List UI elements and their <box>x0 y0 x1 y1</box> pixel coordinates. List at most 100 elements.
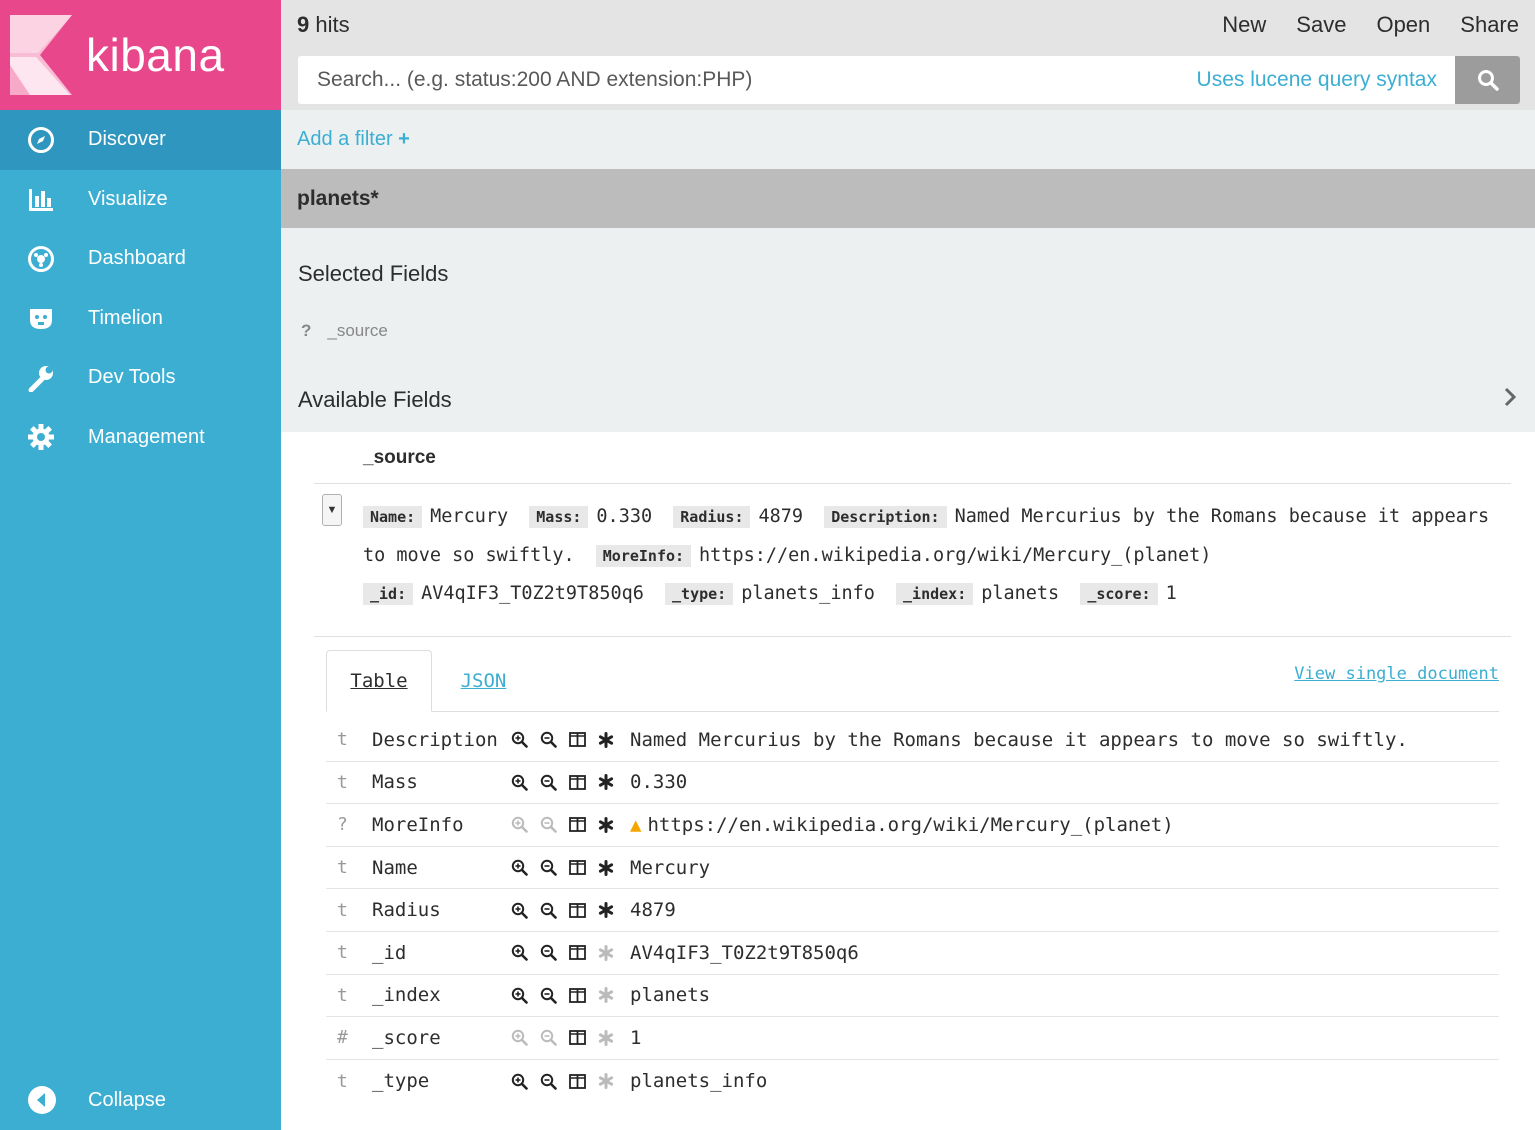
lucene-syntax-link[interactable]: Uses lucene query syntax <box>1197 68 1455 92</box>
summary-value: planets <box>981 583 1060 604</box>
tab-table[interactable]: Table <box>326 650 432 712</box>
filter-exists-icon[interactable] <box>597 944 615 962</box>
filter-for-value-icon[interactable] <box>510 816 528 834</box>
row-actions <box>510 816 630 834</box>
filter-out-value-icon[interactable] <box>539 986 557 1004</box>
filter-out-value-icon[interactable] <box>539 731 557 749</box>
sidebar-item-timelion[interactable]: Timelion <box>0 289 281 349</box>
summary-value: 0.330 <box>596 506 653 527</box>
available-fields-title: Available Fields <box>298 387 452 412</box>
summary-value: planets_info <box>741 583 875 604</box>
kibana-logo[interactable]: kibana <box>0 0 281 110</box>
filter-for-value-icon[interactable] <box>510 1029 528 1047</box>
filter-for-value-icon[interactable] <box>510 1072 528 1090</box>
row-actions <box>510 1029 630 1047</box>
sidebar-item-management[interactable]: Management <box>0 408 281 468</box>
filter-exists-icon[interactable] <box>597 1029 615 1047</box>
view-single-document-link[interactable]: View single document <box>1294 664 1499 684</box>
doc-detail-tabs: Table JSON View single document <box>326 650 1499 712</box>
plus-icon: + <box>398 128 410 150</box>
search-input[interactable]: Search... (e.g. status:200 AND extension… <box>298 68 1197 92</box>
collapse-label: Collapse <box>88 1088 166 1111</box>
new-button[interactable]: New <box>1222 12 1266 38</box>
toggle-column-icon[interactable] <box>568 1029 586 1047</box>
filter-for-value-icon[interactable] <box>510 773 528 791</box>
filter-out-value-icon[interactable] <box>539 944 557 962</box>
field-type-unknown-icon: ? <box>301 321 312 340</box>
sidebar-item-label: Dashboard <box>88 247 186 270</box>
field-type-icon: t <box>337 984 348 1006</box>
filter-out-value-icon[interactable] <box>539 1072 557 1090</box>
tab-json[interactable]: JSON <box>456 650 511 712</box>
expand-toggle-button[interactable]: ▼ <box>322 494 342 526</box>
chevron-right-icon[interactable] <box>1503 386 1517 414</box>
sidebar-item-visualize[interactable]: Visualize <box>0 170 281 230</box>
row-actions <box>510 773 630 791</box>
field-value: 1 <box>630 1026 642 1049</box>
summary-key: _id: <box>363 583 414 605</box>
index-pattern-title[interactable]: planets* <box>281 169 1535 228</box>
table-row: t _index planets <box>326 975 1499 1018</box>
toggle-column-icon[interactable] <box>568 816 586 834</box>
field-type-icon: t <box>337 857 348 879</box>
filter-for-value-icon[interactable] <box>510 859 528 877</box>
row-actions <box>510 986 630 1004</box>
field-type-icon: t <box>337 729 348 751</box>
filter-exists-icon[interactable] <box>597 859 615 877</box>
toggle-column-icon[interactable] <box>568 986 586 1004</box>
table-row: t Mass 0.330 <box>326 762 1499 805</box>
search-bar: Search... (e.g. status:200 AND extension… <box>298 56 1520 104</box>
filter-out-value-icon[interactable] <box>539 816 557 834</box>
table-row: t Name Mercury <box>326 847 1499 890</box>
filter-out-value-icon[interactable] <box>539 901 557 919</box>
wrench-icon <box>26 363 56 393</box>
summary-key: MoreInfo: <box>595 544 692 567</box>
toggle-column-icon[interactable] <box>568 859 586 877</box>
main-content: 9 hits New Save Open Share Search... (e.… <box>281 0 1535 1130</box>
filter-exists-icon[interactable] <box>597 773 615 791</box>
summary-value: AV4qIF3_T0Z2t9T850q6 <box>421 583 644 604</box>
sidebar-item-dev-tools[interactable]: Dev Tools <box>0 348 281 408</box>
summary-value: 4879 <box>758 506 804 527</box>
toggle-column-icon[interactable] <box>568 731 586 749</box>
selected-fields-title: Selected Fields <box>298 261 449 286</box>
table-row: ? MoreInfo ▲ https://en.wikipedia.org/wiki/… <box>326 804 1499 847</box>
field-detail-rows: t Description Named Mercurius by the Roman… <box>326 719 1499 1102</box>
field-name: Name <box>372 856 418 879</box>
share-button[interactable]: Share <box>1460 12 1519 38</box>
toggle-column-icon[interactable] <box>568 773 586 791</box>
search-button[interactable] <box>1455 56 1520 104</box>
filter-for-value-icon[interactable] <box>510 986 528 1004</box>
filter-out-value-icon[interactable] <box>539 859 557 877</box>
compass-icon <box>26 125 56 155</box>
collapse-button[interactable]: Collapse <box>0 1078 281 1122</box>
summary-key: _score: <box>1080 583 1158 605</box>
filter-out-value-icon[interactable] <box>539 1029 557 1047</box>
summary-key: Name: <box>363 506 423 528</box>
filter-for-value-icon[interactable] <box>510 944 528 962</box>
filter-exists-icon[interactable] <box>597 901 615 919</box>
filter-exists-icon[interactable] <box>597 1072 615 1090</box>
field-name: Description <box>372 728 498 751</box>
brand-name: kibana <box>86 29 225 81</box>
save-button[interactable]: Save <box>1296 12 1346 38</box>
field-type-icon: t <box>337 942 348 964</box>
toggle-column-icon[interactable] <box>568 944 586 962</box>
filter-exists-icon[interactable] <box>597 986 615 1004</box>
sidebar-item-dashboard[interactable]: Dashboard <box>0 229 281 289</box>
toggle-column-icon[interactable] <box>568 901 586 919</box>
filter-exists-icon[interactable] <box>597 731 615 749</box>
filter-for-value-icon[interactable] <box>510 731 528 749</box>
sidebar-item-discover[interactable]: Discover <box>0 110 281 170</box>
open-button[interactable]: Open <box>1376 12 1430 38</box>
filter-for-value-icon[interactable] <box>510 901 528 919</box>
add-filter-link[interactable]: Add a filter + <box>297 128 410 151</box>
field-name: _index <box>372 984 441 1007</box>
table-row: # _score 1 <box>326 1017 1499 1060</box>
top-bar: 9 hits New Save Open Share Search... (e.… <box>281 0 1535 110</box>
filter-out-value-icon[interactable] <box>539 773 557 791</box>
toggle-column-icon[interactable] <box>568 1072 586 1090</box>
table-row: t _type planets_info <box>326 1060 1499 1103</box>
selected-field-source[interactable]: ? _source <box>301 321 388 341</box>
filter-exists-icon[interactable] <box>597 816 615 834</box>
